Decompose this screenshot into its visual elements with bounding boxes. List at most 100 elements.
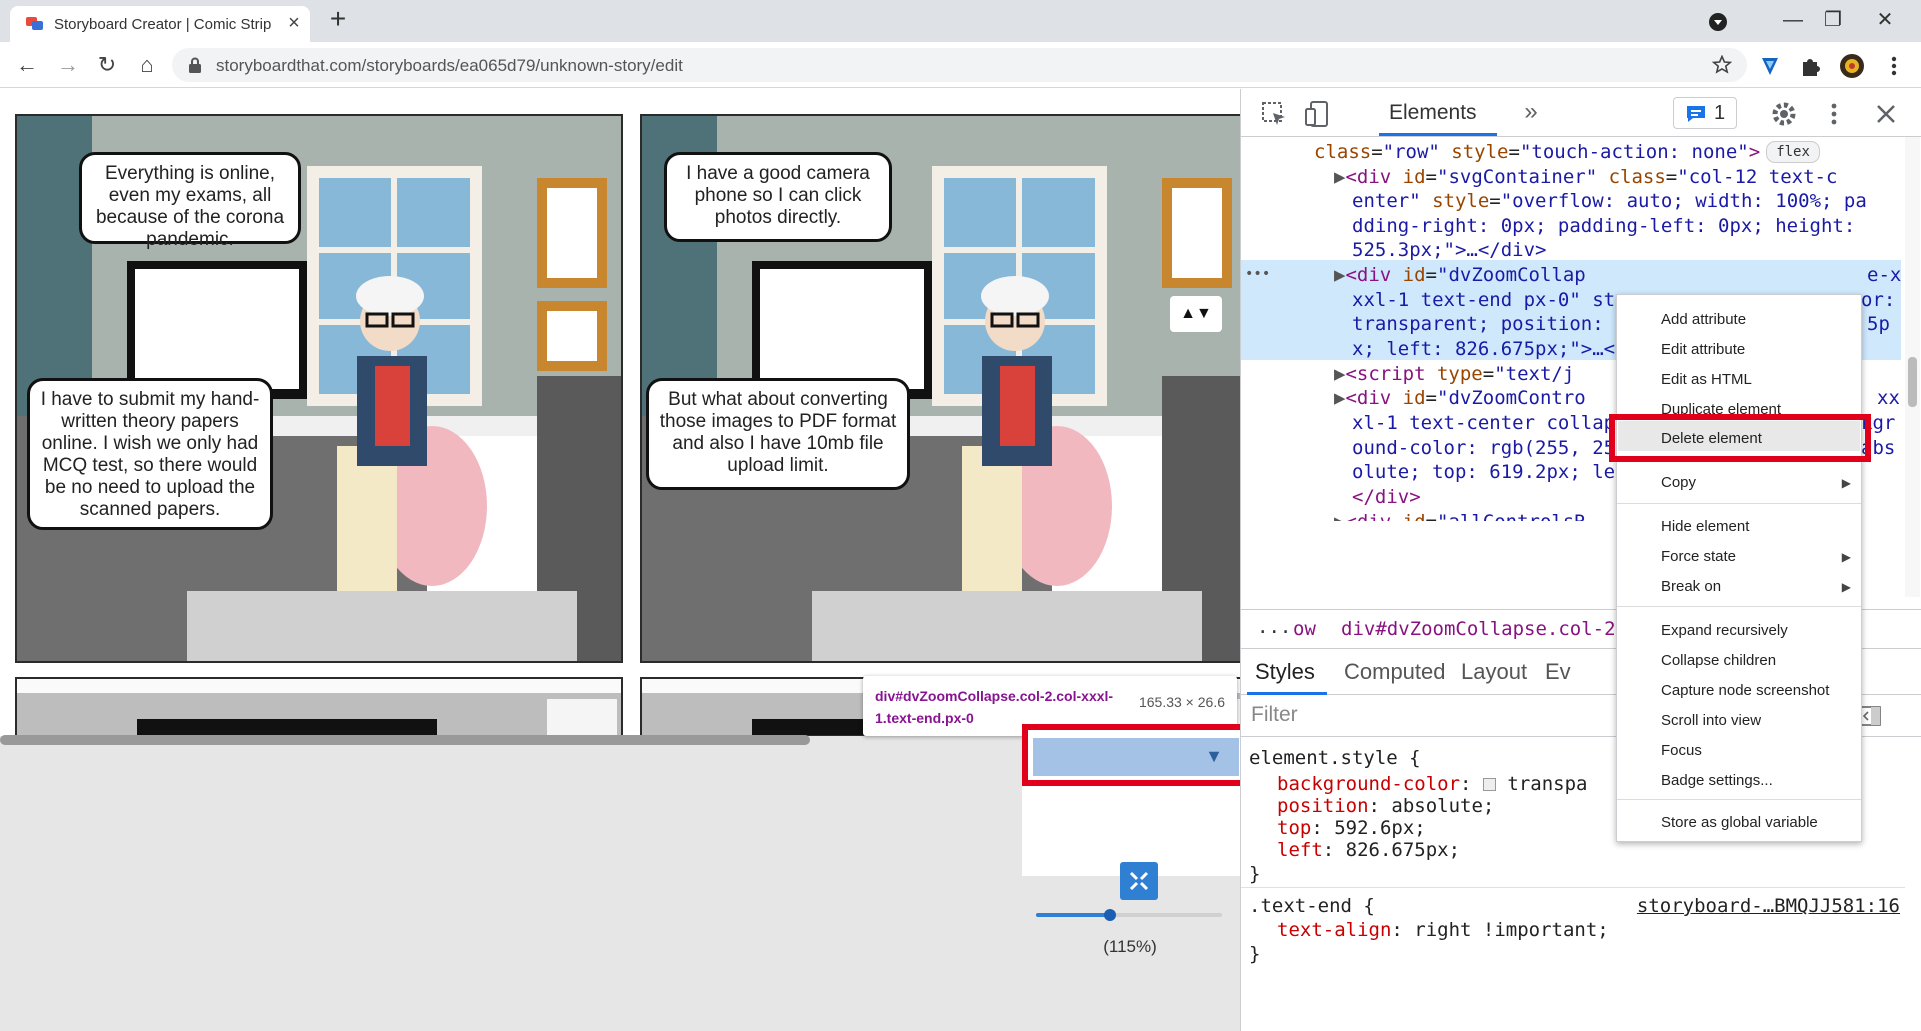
menu-separator [1617,606,1861,607]
close-devtools-icon[interactable] [1871,99,1901,129]
zoom-percent-label: (115%) [1103,937,1157,956]
ctx-collapse-children[interactable]: Collapse children [1661,652,1776,669]
page-viewport: Everything is online, even my exams, all… [0,89,1240,1031]
tooltip-element-size: 165.33 × 26.6 [1138,694,1225,710]
profile-avatar-icon[interactable] [1838,52,1866,80]
submenu-arrow-icon: ▶ [1841,550,1851,564]
issues-button[interactable]: 1 [1673,97,1737,129]
extension-blue-icon[interactable] [1756,52,1784,80]
storyboard-favicon-icon [26,17,43,30]
scene-illustration [17,679,621,735]
red-highlight-box [1022,724,1248,786]
storyboard-cell-1[interactable]: Everything is online, even my exams, all… [15,114,623,663]
expand-triangle-icon: ▶ [1334,166,1346,188]
issues-count: 1 [1714,102,1726,124]
element-style-selector[interactable]: element.style { [1249,745,1421,773]
back-button[interactable]: ← [12,50,42,80]
element-context-menu: Add attribute Edit attribute Edit as HTM… [1616,294,1862,842]
devtools-menu-icon[interactable] [1819,99,1849,129]
dom-tree-scroll-thumb[interactable] [1908,357,1917,407]
ctx-focus[interactable]: Focus [1661,742,1702,759]
speech-bubble-bottom[interactable]: I have to submit my hand-written theory … [27,378,273,530]
menu-separator [1617,799,1861,800]
ctx-copy[interactable]: Copy [1661,474,1696,491]
browser-titlebar: Storyboard Creator | Comic Strip × + — ❐… [0,0,1921,42]
ctx-expand-recursively[interactable]: Expand recursively [1661,622,1788,639]
breadcrumb-overflow[interactable]: ... [1257,616,1291,638]
ctx-break-on[interactable]: Break on [1661,578,1721,595]
reload-button[interactable]: ↻ [92,50,122,80]
lock-icon [189,57,201,73]
tab-event-listeners[interactable]: Ev [1545,659,1571,685]
layer-arrows-button[interactable]: ▲▼ [1170,296,1222,332]
home-button[interactable]: ⌂ [132,50,162,80]
toggle-sidebar-icon[interactable] [1859,706,1881,726]
speech-bubble-top[interactable]: I have a good camera phone so I can clic… [664,152,892,242]
styles-filter-input[interactable]: Filter [1251,703,1298,727]
dom-tree-scrollbar[interactable] [1905,137,1920,597]
ctx-edit-as-html[interactable]: Edit as HTML [1661,371,1752,388]
storyboard-canvas: Everything is online, even my exams, all… [0,89,1240,736]
submenu-arrow-icon: ▶ [1841,580,1851,594]
ctx-store-as-global-variable[interactable]: Store as global variable [1661,814,1818,831]
ctx-add-attribute[interactable]: Add attribute [1661,311,1746,328]
tab-title: Storyboard Creator | Comic Strip [54,16,272,33]
speech-bubble-bottom[interactable]: But what about converting those images t… [646,378,910,490]
new-tab-button[interactable]: + [324,5,352,34]
address-bar[interactable]: storyboardthat.com/storyboards/ea065d79/… [172,48,1747,82]
ctx-scroll-into-view[interactable]: Scroll into view [1661,712,1761,729]
active-tab-indicator [1379,133,1497,136]
device-toolbar-icon[interactable] [1303,99,1333,129]
url-text: storyboardthat.com/storyboards/ea065d79/… [216,56,683,75]
storyboard-cell-3[interactable] [15,677,623,736]
horizontal-scrollbar[interactable] [0,735,810,745]
tab-close-icon[interactable]: × [283,12,305,34]
more-tabs-icon[interactable]: » [1516,97,1546,127]
style-property[interactable]: left: 826.675px; [1277,837,1460,865]
browser-tab[interactable]: Storyboard Creator | Comic Strip × [10,6,310,42]
maximize-button[interactable]: ❐ [1810,4,1856,36]
rule-divider [1241,887,1905,888]
tab-elements[interactable]: Elements [1389,101,1477,125]
settings-gear-icon[interactable] [1769,99,1799,129]
chrome-menu-icon[interactable] [1880,52,1908,80]
profile-dropdown-icon[interactable] [1708,12,1728,32]
style-property[interactable]: text-align: right !important; [1277,917,1609,945]
rule-close-brace: } [1249,943,1261,965]
bookmark-star-icon[interactable] [1712,55,1732,75]
submenu-arrow-icon: ▶ [1841,476,1851,490]
screen: Storyboard Creator | Comic Strip × + — ❐… [0,0,1921,1031]
tab-computed[interactable]: Computed [1344,659,1446,685]
menu-separator [1617,503,1861,504]
tab-layout[interactable]: Layout [1461,659,1527,685]
expand-triangle-icon: ▶ [1334,387,1346,409]
devtools-toolbar: Elements » 1 [1241,89,1921,137]
ctx-edit-attribute[interactable]: Edit attribute [1661,341,1745,358]
tab-styles[interactable]: Styles [1255,659,1315,685]
issues-message-icon [1687,106,1705,122]
color-swatch[interactable] [1482,778,1496,791]
speech-bubble-top[interactable]: Everything is online, even my exams, all… [79,152,301,250]
browser-toolbar: ← → ↻ ⌂ storyboardthat.com/storyboards/e… [0,42,1921,88]
node-actions-dots[interactable]: ••• [1245,259,1270,290]
fit-screen-icon [1129,871,1149,891]
extensions-puzzle-icon[interactable] [1796,52,1824,80]
inspect-element-icon[interactable] [1259,99,1289,129]
storyboard-cell-2[interactable]: I have a good camera phone so I can clic… [640,114,1240,663]
window-close-button[interactable]: ✕ [1862,4,1908,36]
red-highlight-box [1609,414,1871,462]
ctx-capture-node-screenshot[interactable]: Capture node screenshot [1661,682,1829,699]
ctx-badge-settings[interactable]: Badge settings... [1661,772,1773,789]
tooltip-element-name: div#dvZoomCollapse.col-2.col-xxxl-1.text… [875,688,1114,726]
rule-close-brace: } [1249,863,1261,885]
ctx-force-state[interactable]: Force state [1661,548,1736,565]
stylesheet-source-link[interactable]: storyboard-…BMQJJ581:16 [1637,893,1900,921]
zoom-slider-fill [1036,913,1111,917]
flex-badge[interactable]: flex [1766,141,1820,163]
ctx-hide-element[interactable]: Hide element [1661,518,1749,535]
forward-button[interactable]: → [53,50,83,80]
breadcrumb-item[interactable]: ow [1293,618,1316,640]
expand-triangle-icon: ▶ [1334,264,1346,286]
expand-triangle-icon: ▶ [1334,363,1346,385]
breadcrumb-current[interactable]: div#dvZoomCollapse.col-2. [1341,618,1627,640]
